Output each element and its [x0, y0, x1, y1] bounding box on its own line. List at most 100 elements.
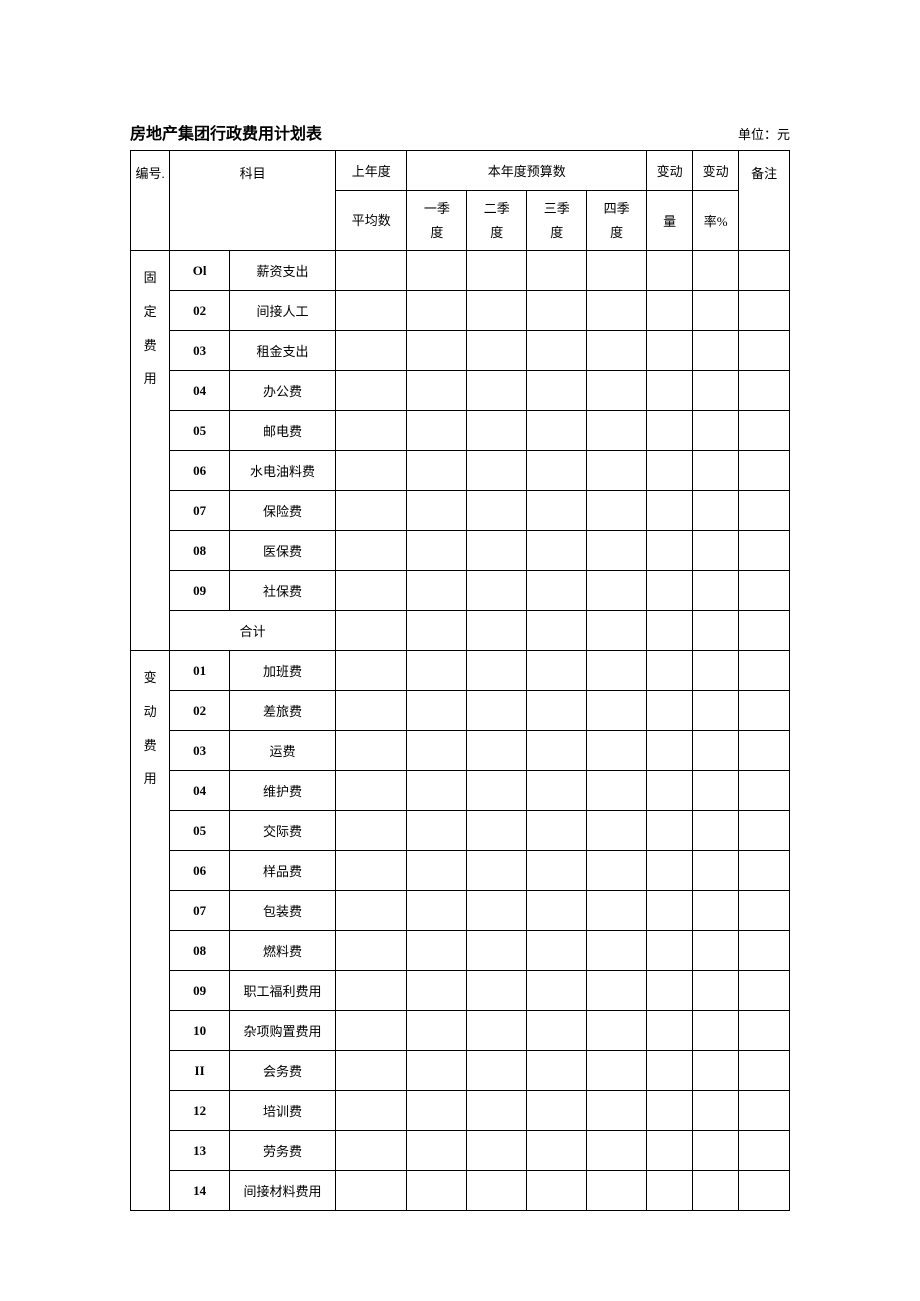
table-row: 09社保费: [131, 571, 790, 611]
category-cell: 固定费用: [131, 251, 170, 651]
data-cell: [693, 1171, 739, 1211]
data-cell: [527, 691, 587, 731]
data-cell: [693, 611, 739, 651]
data-cell: [336, 411, 407, 451]
data-cell: [587, 891, 647, 931]
row-number: 08: [170, 931, 230, 971]
row-item: 交际费: [230, 811, 336, 851]
data-cell: [336, 1011, 407, 1051]
table-row: 05邮电费: [131, 411, 790, 451]
data-cell: [693, 1011, 739, 1051]
data-cell: [336, 691, 407, 731]
data-cell: [647, 1171, 693, 1211]
data-cell: [527, 371, 587, 411]
unit-label: 单位：元: [738, 124, 790, 143]
expense-plan-table: 编号. 科目 上年度 本年度预算数 变动 变动 备注 平均数 一季度 二季度 三…: [130, 150, 790, 1211]
data-cell: [739, 771, 790, 811]
data-cell: [467, 411, 527, 451]
table-row: 03运费: [131, 731, 790, 771]
data-cell: [693, 331, 739, 371]
row-number: 04: [170, 771, 230, 811]
data-cell: [467, 371, 527, 411]
data-cell: [336, 891, 407, 931]
data-cell: [587, 371, 647, 411]
data-cell: [739, 611, 790, 651]
row-number: 04: [170, 371, 230, 411]
row-number: 03: [170, 331, 230, 371]
table-row: 05交际费: [131, 811, 790, 851]
data-cell: [336, 1051, 407, 1091]
data-cell: [693, 531, 739, 571]
data-cell: [527, 491, 587, 531]
data-cell: [407, 811, 467, 851]
data-cell: [467, 931, 527, 971]
table-row: 12培训费: [131, 1091, 790, 1131]
row-item: 劳务费: [230, 1131, 336, 1171]
data-cell: [527, 571, 587, 611]
data-cell: [407, 531, 467, 571]
data-cell: [693, 771, 739, 811]
data-cell: [739, 1131, 790, 1171]
data-cell: [647, 451, 693, 491]
data-cell: [527, 811, 587, 851]
data-cell: [739, 491, 790, 531]
data-cell: [407, 411, 467, 451]
data-cell: [587, 491, 647, 531]
row-item: 职工福利费用: [230, 971, 336, 1011]
data-cell: [587, 1051, 647, 1091]
data-cell: [407, 611, 467, 651]
data-cell: [587, 1091, 647, 1131]
row-number: Ol: [170, 251, 230, 291]
table-row: 07保险费: [131, 491, 790, 531]
hdr-q1: 一季度: [407, 191, 467, 251]
data-cell: [336, 971, 407, 1011]
page-title: 房地产集团行政费用计划表: [130, 120, 322, 144]
data-cell: [527, 1091, 587, 1131]
data-cell: [739, 451, 790, 491]
data-cell: [467, 771, 527, 811]
data-cell: [587, 651, 647, 691]
data-cell: [527, 611, 587, 651]
row-number: II: [170, 1051, 230, 1091]
data-cell: [407, 371, 467, 411]
row-item: 会务费: [230, 1051, 336, 1091]
table-row: 08燃料费: [131, 931, 790, 971]
data-cell: [647, 1091, 693, 1131]
data-cell: [407, 251, 467, 291]
data-cell: [467, 571, 527, 611]
data-cell: [587, 531, 647, 571]
table-row: 02差旅费: [131, 691, 790, 731]
data-cell: [467, 651, 527, 691]
row-number: 12: [170, 1091, 230, 1131]
data-cell: [647, 491, 693, 531]
data-cell: [336, 571, 407, 611]
row-number: 03: [170, 731, 230, 771]
data-cell: [467, 811, 527, 851]
data-cell: [336, 531, 407, 571]
row-item: 间接材料费用: [230, 1171, 336, 1211]
data-cell: [407, 1171, 467, 1211]
data-cell: [467, 691, 527, 731]
data-cell: [739, 291, 790, 331]
table-row: 固定费用Ol薪资支出: [131, 251, 790, 291]
data-cell: [587, 611, 647, 651]
table-row: 09职工福利费用: [131, 971, 790, 1011]
data-cell: [407, 1051, 467, 1091]
data-cell: [587, 931, 647, 971]
data-cell: [739, 571, 790, 611]
data-cell: [647, 1051, 693, 1091]
data-cell: [467, 611, 527, 651]
data-cell: [647, 691, 693, 731]
data-cell: [587, 291, 647, 331]
data-cell: [739, 531, 790, 571]
data-cell: [407, 331, 467, 371]
data-cell: [336, 251, 407, 291]
data-cell: [467, 851, 527, 891]
data-cell: [647, 931, 693, 971]
data-cell: [739, 811, 790, 851]
data-cell: [739, 651, 790, 691]
data-cell: [693, 931, 739, 971]
hdr-q2: 二季度: [467, 191, 527, 251]
data-cell: [336, 491, 407, 531]
data-cell: [739, 331, 790, 371]
